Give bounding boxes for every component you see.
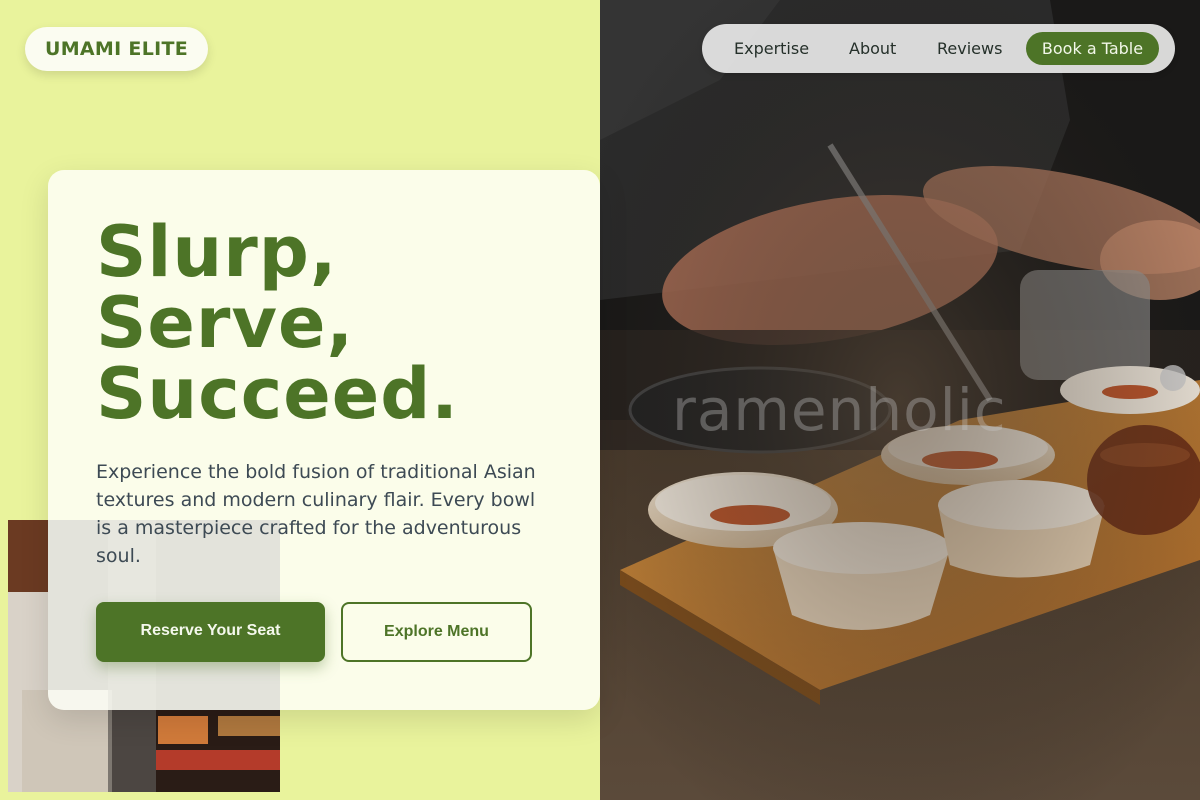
book-table-button[interactable]: Book a Table: [1026, 32, 1159, 65]
brand-logo[interactable]: UMAMI ELITE: [25, 27, 208, 71]
hero-photo: ramenholic: [600, 0, 1200, 800]
hero-title-line-1: Slurp,: [96, 211, 338, 293]
hero-title: Slurp, Serve, Succeed.: [96, 217, 459, 430]
hero-title-line-2: Serve,: [96, 282, 355, 364]
hero-card: Slurp, Serve, Succeed. Experience the bo…: [48, 170, 600, 710]
top-navigation: Expertise About Reviews Book a Table: [702, 24, 1175, 73]
reserve-seat-button[interactable]: Reserve Your Seat: [96, 602, 325, 662]
nav-link-reviews[interactable]: Reviews: [937, 39, 1002, 58]
hero-title-line-3: Succeed.: [96, 353, 459, 435]
nav-link-expertise[interactable]: Expertise: [734, 39, 809, 58]
hero-description: Experience the bold fusion of traditiona…: [96, 461, 536, 567]
explore-menu-button[interactable]: Explore Menu: [341, 602, 532, 662]
nav-link-about[interactable]: About: [849, 39, 896, 58]
hero-watermark-text: ramenholic: [672, 376, 1007, 444]
